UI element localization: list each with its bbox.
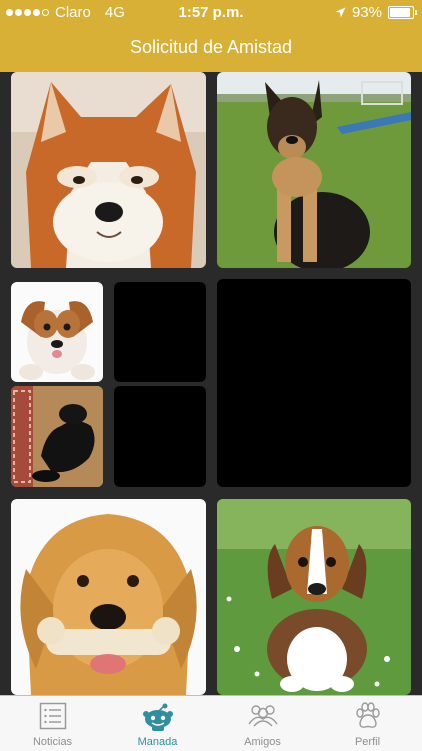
news-list-icon <box>39 702 66 730</box>
battery-icon <box>388 6 417 19</box>
photo-german-shepherd[interactable] <box>217 72 411 268</box>
tab-label: Amigos <box>244 736 281 748</box>
empty-photo-slot <box>114 282 206 382</box>
empty-photo-slot-large <box>217 279 411 487</box>
photo-golden[interactable] <box>11 499 206 695</box>
tab-noticias[interactable]: Noticias <box>0 696 105 751</box>
friends-icon <box>247 705 278 727</box>
photo-black-dog[interactable] <box>11 386 103 487</box>
tab-label: Manada <box>137 736 178 748</box>
navigation-bar: Solicitud de Amistad <box>0 24 422 72</box>
pack-icon <box>142 703 173 731</box>
status-bar: Claro 4G 1:57 p.m. 93% <box>0 0 422 24</box>
tab-manada[interactable]: Manada <box>105 696 210 751</box>
page-title: Solicitud de Amistad <box>129 37 293 57</box>
battery-info: 93% <box>335 4 417 21</box>
tab-bar: Noticias Manada Amigos Perfil <box>0 695 422 751</box>
photo-jack-russell[interactable] <box>11 282 103 382</box>
paw-icon <box>355 702 380 728</box>
tab-label: Perfil <box>354 736 381 748</box>
location-arrow-icon <box>335 7 346 18</box>
photo-akita[interactable] <box>11 72 206 268</box>
tab-amigos[interactable]: Amigos <box>210 696 315 751</box>
tab-perfil[interactable]: Perfil <box>315 696 420 751</box>
tab-label: Noticias <box>32 736 73 748</box>
photo-beagle[interactable] <box>217 499 411 695</box>
empty-photo-slot <box>114 386 206 487</box>
battery-percent: 93% <box>351 4 382 21</box>
